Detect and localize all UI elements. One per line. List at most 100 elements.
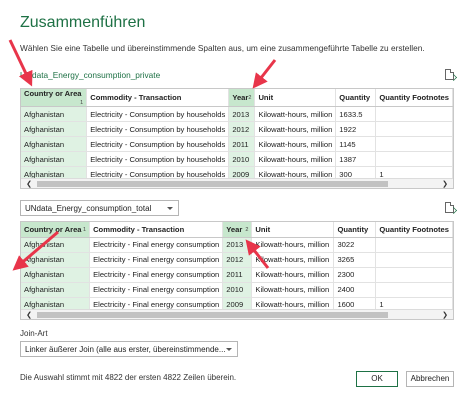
table-cell: Electricity - Consumption by households — [86, 121, 230, 137]
table-row: Afghanistan Electricity - Consumption by … — [21, 121, 453, 137]
column-header-label: Country or Area — [24, 224, 82, 234]
table2-horizontal-scrollbar[interactable]: ❮ ❯ — [21, 309, 453, 319]
table-cell: Afghanistan — [21, 106, 88, 122]
chevron-down-icon — [226, 348, 232, 351]
annotation-arrow — [252, 59, 277, 89]
column-header[interactable]: Unit — [254, 89, 337, 107]
column-header[interactable]: Quantity Footnotes — [375, 222, 453, 238]
column-header[interactable]: Quantity Footnotes — [375, 89, 453, 107]
table-cell: Kilowatt-hours, million — [254, 151, 337, 167]
join-type-value: Linker äußerer Join (alle aus erster, üb… — [25, 345, 226, 354]
table1-preview[interactable]: Country or Area 1 Commodity - Transaction Y… — [20, 88, 454, 189]
scroll-left-icon[interactable]: ❮ — [24, 180, 34, 188]
table-cell: Electricity - Final energy consumption — [89, 252, 224, 268]
column-header-label: Commodity - Transaction — [93, 224, 185, 234]
table-cell: Afghanistan — [21, 136, 88, 152]
table-cell: Kilowatt-hours, million — [254, 121, 337, 137]
join-order-badge: 2 — [245, 226, 249, 233]
table-row: Afghanistan Electricity - Final energy co… — [21, 237, 453, 253]
table-cell: 3265 — [333, 252, 377, 268]
column-header-label: Quantity — [339, 93, 371, 102]
table-cell: Kilowatt-hours, million — [254, 136, 337, 152]
table2-grid: Country or Area 1 Commodity - Transaction Y… — [21, 222, 453, 313]
table-cell: Electricity - Consumption by households — [86, 151, 230, 167]
table2-selector-value: UNdata_Energy_consumption_total — [25, 204, 152, 213]
chevron-down-icon — [167, 207, 173, 210]
table-cell: 2012 — [222, 252, 253, 268]
cancel-button[interactable]: Abbrechen — [406, 371, 454, 387]
table-cell: Kilowatt-hours, million — [251, 237, 335, 253]
column-header-label: Year — [226, 224, 243, 234]
column-header-label: Unit — [258, 93, 274, 102]
table-row: Afghanistan Electricity - Final energy co… — [21, 267, 453, 283]
table-cell: Electricity - Final energy consumption — [89, 282, 224, 298]
table-cell: 2400 — [333, 282, 377, 298]
join-order-badge: 1 — [80, 100, 84, 106]
table2-preview[interactable]: Country or Area 1 Commodity - Transaction Y… — [20, 221, 454, 320]
table-cell: 2010 — [222, 282, 253, 298]
ok-button[interactable]: OK — [356, 371, 398, 387]
join-type-selector[interactable]: Linker äußerer Join (alle aus erster, üb… — [20, 341, 238, 357]
table1-horizontal-scrollbar[interactable]: ❮ ❯ — [21, 178, 453, 188]
table-cell — [375, 237, 453, 253]
column-header[interactable]: Country or Area 1 — [21, 89, 88, 107]
scroll-right-icon[interactable]: ❯ — [440, 180, 450, 188]
scroll-left-icon[interactable]: ❮ — [24, 311, 34, 319]
table-cell: 2011 — [228, 136, 256, 152]
scrollbar-thumb[interactable] — [37, 312, 388, 318]
table1-name: UNdata_Energy_consumption_private — [20, 70, 161, 80]
column-header-label: Quantity Footnotes — [379, 93, 449, 102]
table-cell: 2010 — [228, 151, 256, 167]
table-cell: Afghanistan — [21, 282, 91, 298]
table-cell — [375, 252, 453, 268]
table-cell: Kilowatt-hours, million — [251, 267, 335, 283]
table-cell: Afghanistan — [21, 121, 88, 137]
table-row: Afghanistan Electricity - Consumption by … — [21, 136, 453, 152]
table-cell: Electricity - Consumption by households — [86, 106, 230, 122]
table-row: Afghanistan Electricity - Consumption by … — [21, 151, 453, 167]
join-type-label: Join-Art — [20, 329, 48, 338]
column-header[interactable]: Quantity — [335, 89, 377, 107]
match-status: Die Auswahl stimmt mit 4822 der ersten 4… — [20, 373, 237, 382]
table-cell: Kilowatt-hours, million — [251, 282, 335, 298]
column-header[interactable]: Year 2 — [228, 89, 256, 107]
table-cell: 1145 — [335, 136, 377, 152]
table-cell: 3022 — [333, 237, 377, 253]
column-header-label: Quantity Footnotes — [379, 224, 449, 234]
table-cell: 1633.5 — [335, 106, 377, 122]
table-cell: 2012 — [228, 121, 256, 137]
column-header-label: Year — [232, 93, 249, 102]
dialog-title: Zusammenführen — [20, 14, 146, 31]
column-header[interactable]: Commodity - Transaction — [86, 89, 230, 107]
table-cell: Afghanistan — [21, 267, 91, 283]
column-header-label: Quantity — [337, 224, 369, 234]
scrollbar-thumb[interactable] — [37, 181, 388, 187]
column-header[interactable]: Commodity - Transaction — [89, 222, 224, 238]
column-header[interactable]: Quantity — [333, 222, 377, 238]
table-cell — [375, 121, 453, 137]
column-header[interactable]: Country or Area 1 — [21, 222, 91, 238]
table-cell: 1922 — [335, 121, 377, 137]
table-cell — [375, 136, 453, 152]
dialog-description: Wählen Sie eine Tabelle und übereinstimm… — [20, 43, 425, 53]
column-header-label: Commodity - Transaction — [90, 93, 182, 102]
column-header[interactable]: Unit — [251, 222, 335, 238]
scroll-right-icon[interactable]: ❯ — [440, 311, 450, 319]
open-document-icon[interactable] — [443, 68, 457, 82]
table-cell: Kilowatt-hours, million — [254, 106, 337, 122]
table-cell: Electricity - Final energy consumption — [89, 267, 224, 283]
open-document-icon[interactable] — [443, 201, 457, 215]
table-row: Afghanistan Electricity - Consumption by … — [21, 106, 453, 122]
table-cell: Afghanistan — [21, 237, 91, 253]
column-header[interactable]: Year 2 — [222, 222, 253, 238]
table-cell: Kilowatt-hours, million — [251, 252, 335, 268]
table-cell: 2013 — [228, 106, 256, 122]
table-row: Afghanistan Electricity - Final energy co… — [21, 282, 453, 298]
table-cell: Electricity - Final energy consumption — [89, 237, 224, 253]
table2-selector[interactable]: UNdata_Energy_consumption_total — [20, 200, 179, 216]
join-order-badge: 2 — [248, 95, 252, 101]
table-cell — [375, 106, 453, 122]
table-cell — [375, 282, 453, 298]
table-cell: Electricity - Consumption by households — [86, 136, 230, 152]
table-cell: 2013 — [222, 237, 253, 253]
